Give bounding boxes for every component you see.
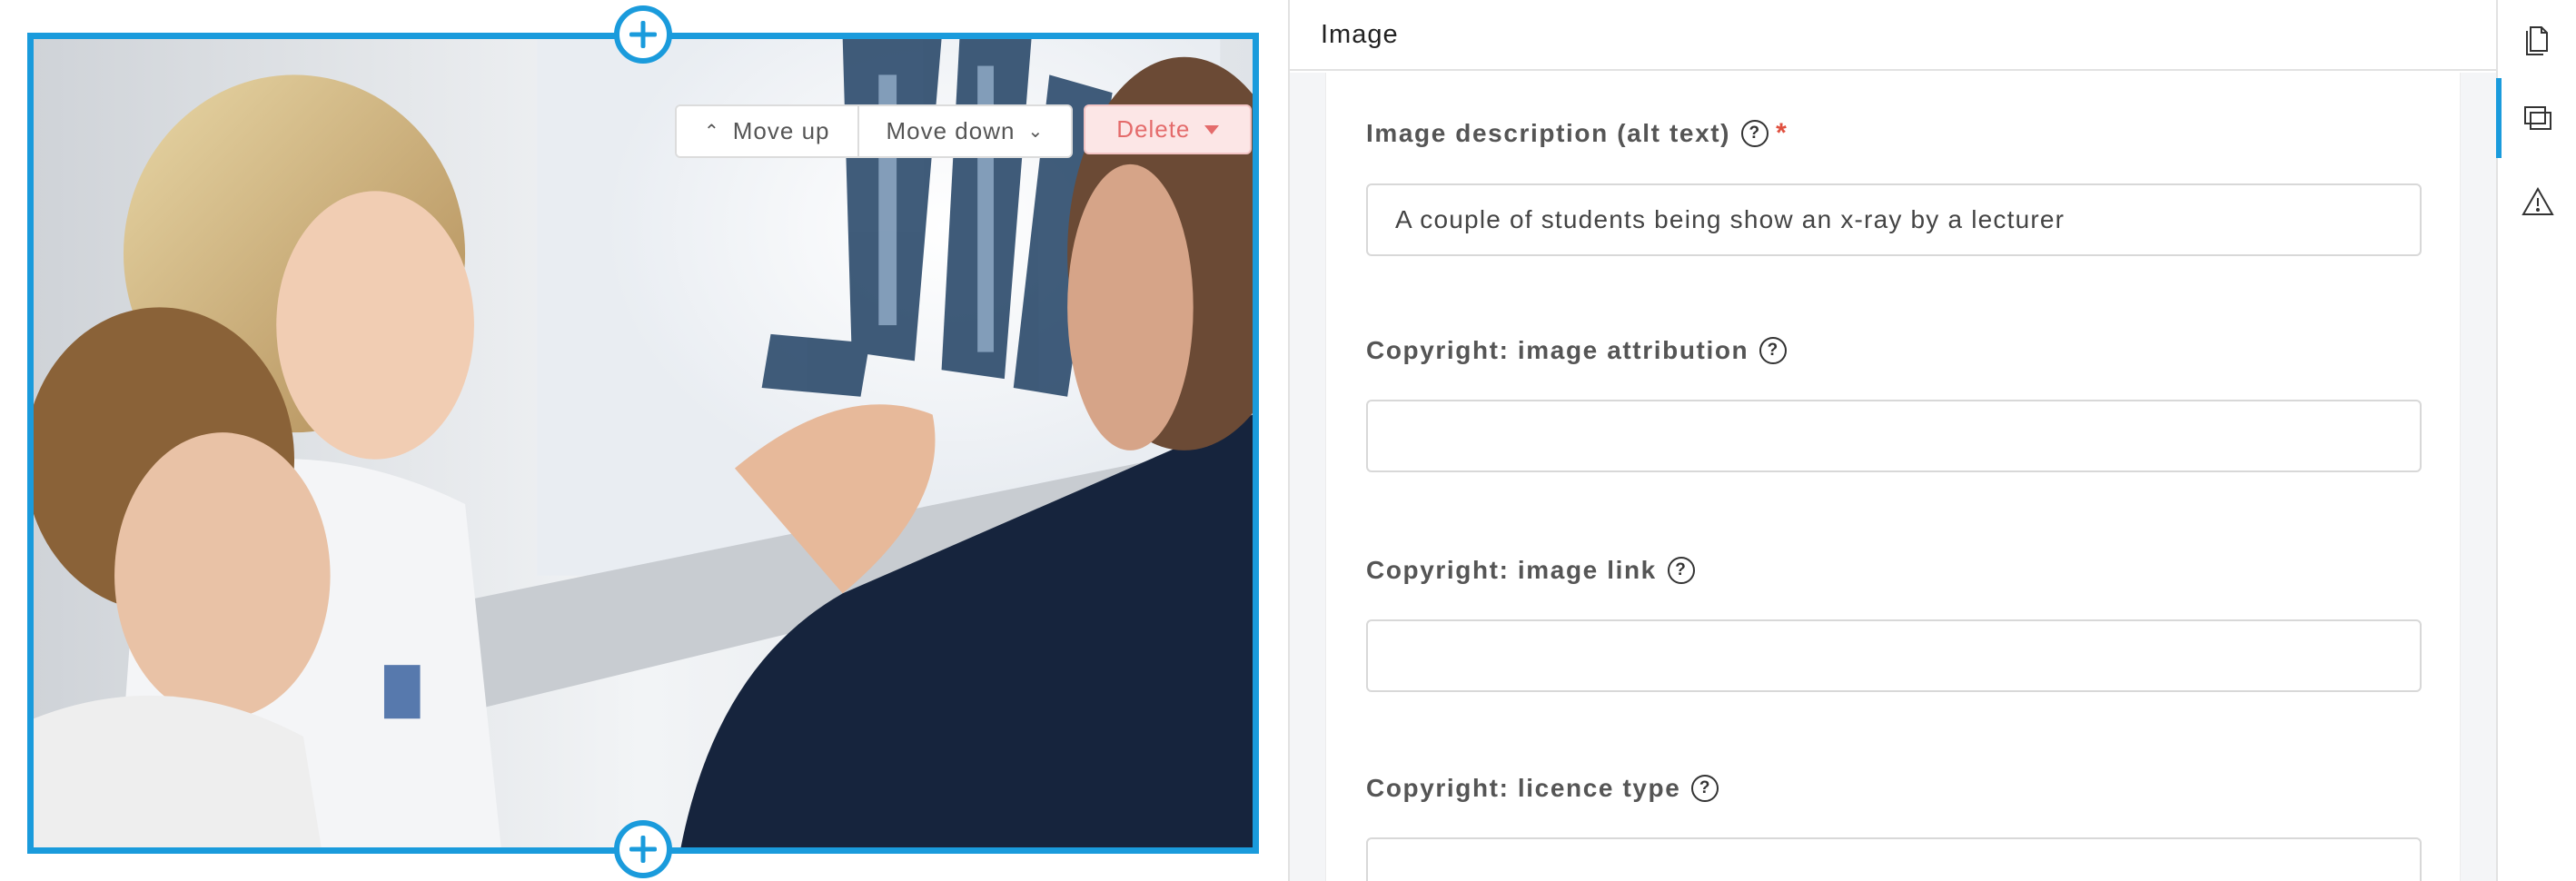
- document-icon: [2526, 26, 2548, 55]
- add-block-below-button[interactable]: [614, 820, 672, 878]
- chevron-up-icon: ⌃: [704, 122, 720, 142]
- move-down-label: Move down: [886, 117, 1016, 144]
- alt-text-field: Image description (alt text) ? * A coupl…: [1366, 118, 2422, 256]
- help-icon[interactable]: ?: [1667, 557, 1695, 584]
- help-icon[interactable]: ?: [1691, 775, 1719, 802]
- image-link-label: Copyright: image link ?: [1366, 556, 2422, 585]
- image-link-field: Copyright: image link ?: [1366, 556, 2422, 692]
- attribution-input[interactable]: [1366, 400, 2422, 472]
- image-block[interactable]: ⌃ Move up Move down ⌄ Delete: [27, 33, 1259, 854]
- alt-text-input[interactable]: A couple of students being show an x-ray…: [1366, 183, 2422, 256]
- attribution-field: Copyright: image attribution ?: [1366, 336, 2422, 472]
- attribution-label: Copyright: image attribution ?: [1366, 336, 2422, 365]
- panel-scrollbar[interactable]: [2460, 73, 2496, 881]
- chevron-down-icon: ⌄: [1027, 122, 1045, 142]
- delete-button[interactable]: Delete: [1084, 104, 1253, 154]
- move-up-label: Move up: [732, 117, 830, 144]
- image-link-label-text: Copyright: image link: [1366, 556, 1657, 584]
- panel-gutter-left: [1290, 73, 1326, 881]
- licence-type-label: Copyright: licence type ?: [1366, 774, 2422, 803]
- move-group: ⌃ Move up Move down ⌄: [675, 104, 1074, 158]
- block-toolbar: ⌃ Move up Move down ⌄ Delete: [675, 104, 1253, 158]
- move-up-button[interactable]: ⌃ Move up: [677, 106, 859, 156]
- alt-text-label-text: Image description (alt text): [1366, 119, 1731, 147]
- panel-title: Image: [1290, 0, 2496, 71]
- alt-text-label: Image description (alt text) ? *: [1366, 118, 2422, 149]
- required-marker: *: [1776, 118, 1788, 148]
- xray-photo: [34, 39, 1253, 847]
- licence-type-field: Copyright: licence type ?: [1366, 774, 2422, 881]
- move-down-button[interactable]: Move down ⌄: [858, 106, 1072, 156]
- rail-item-document[interactable]: [2498, 0, 2576, 80]
- help-icon[interactable]: ?: [1741, 120, 1769, 147]
- licence-type-select[interactable]: [1366, 837, 2422, 881]
- image-layers-icon: [2524, 106, 2551, 130]
- settings-panel: Image Image description (alt text) ? * A…: [1288, 0, 2496, 881]
- warning-icon: [2522, 186, 2554, 215]
- image-link-input[interactable]: [1366, 619, 2422, 692]
- sidebar-rail: [2496, 0, 2576, 881]
- rail-item-warnings[interactable]: [2498, 162, 2576, 242]
- caret-down-icon: [1204, 124, 1220, 134]
- attribution-label-text: Copyright: image attribution: [1366, 336, 1749, 364]
- rail-item-block-settings[interactable]: [2496, 78, 2576, 158]
- delete-label: Delete: [1116, 115, 1191, 143]
- licence-type-label-text: Copyright: licence type: [1366, 774, 1681, 802]
- help-icon[interactable]: ?: [1759, 337, 1788, 364]
- add-block-above-button[interactable]: [614, 5, 672, 64]
